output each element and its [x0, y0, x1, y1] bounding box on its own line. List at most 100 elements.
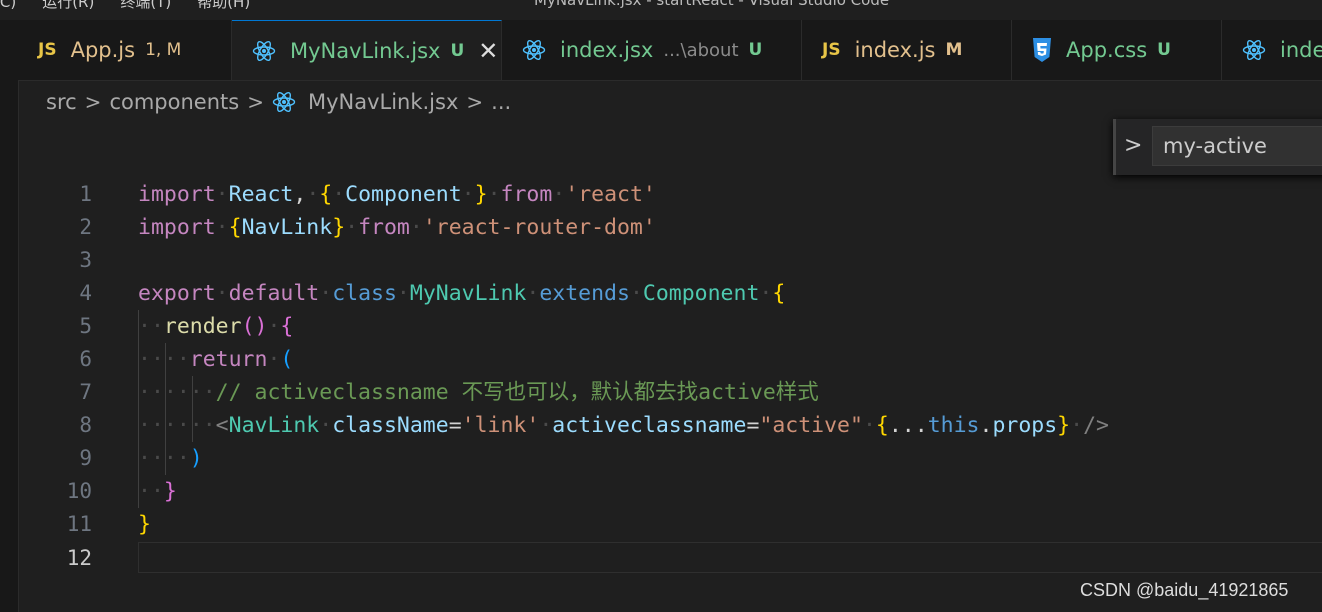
line-number: 4	[79, 281, 92, 305]
token-keyword: import	[138, 182, 216, 207]
tab-description: ...\about	[663, 39, 739, 61]
react-icon	[1242, 38, 1266, 62]
react-icon	[252, 39, 276, 63]
code-line: 1 import·React,·{·Component·}·from·'reac…	[18, 178, 1322, 211]
code-line: 6 ····return·(	[18, 343, 1322, 376]
token-keyword: return	[189, 347, 268, 372]
tab-mynavlink-jsx[interactable]: MyNavLink.jsx U ✕	[232, 20, 502, 80]
css-icon	[1032, 38, 1052, 62]
line-number: 6	[79, 347, 92, 371]
line-number: 5	[79, 314, 92, 338]
find-input[interactable]	[1152, 126, 1322, 166]
token-class: Component	[642, 281, 760, 306]
code-text: ····return·(	[138, 347, 294, 372]
line-number: 1	[79, 182, 92, 206]
breadcrumb-item-symbol[interactable]: ...	[491, 90, 511, 114]
token-attribute: className	[332, 413, 449, 438]
tab-index-js[interactable]: JS index.js M	[802, 20, 1012, 80]
code-line: 11 }	[18, 508, 1322, 541]
token-keyword: default	[228, 281, 320, 306]
javascript-icon: JS	[38, 40, 57, 60]
token-class: NavLink	[228, 413, 320, 438]
code-text: ······// activeclassname 不写也可以，默认都去找acti…	[138, 380, 819, 405]
code-line: 7 ······// activeclassname 不写也可以，默认都去找ac…	[18, 376, 1322, 409]
code-text: ··}	[138, 479, 177, 504]
line-number: 3	[79, 248, 92, 272]
breadcrumb-item-src[interactable]: src	[46, 90, 77, 114]
token-string: 'react'	[565, 182, 656, 207]
token-variable: props	[992, 413, 1058, 438]
line-number: 12	[66, 546, 92, 570]
menu-item-run[interactable]: 运行(R)	[42, 0, 94, 11]
code-text: ······<NavLink·className='link'·activecl…	[138, 413, 1109, 438]
tab-app-css[interactable]: App.css U	[1012, 20, 1222, 80]
activity-bar-edge	[0, 20, 19, 612]
menu-bar: (C) 运行(R) 终端(T) 帮助(H)	[0, 0, 276, 12]
find-widget: >	[1113, 119, 1322, 175]
menu-item-terminal[interactable]: 终端(T)	[120, 0, 171, 11]
breadcrumb-item-components[interactable]: components	[109, 90, 239, 114]
react-icon	[522, 38, 546, 62]
line-number: 9	[79, 446, 92, 470]
window-title: MyNavLink.jsx - startReact - Visual Stud…	[534, 0, 890, 9]
current-line-highlight	[138, 542, 1322, 573]
line-number: 11	[66, 512, 92, 536]
code-line: 4 export·default·class·MyNavLink·extends…	[18, 277, 1322, 310]
token-string: 'link'	[461, 413, 540, 438]
token-variable: Component	[345, 182, 462, 207]
line-number: 8	[79, 413, 92, 437]
line-number: 10	[66, 479, 92, 503]
chevron-right-icon: >	[466, 90, 484, 114]
breadcrumb: src > components > MyNavLink.jsx > ...	[46, 86, 511, 118]
toggle-replace-chevron-icon[interactable]: >	[1124, 133, 1142, 158]
chevron-right-icon: >	[84, 90, 102, 114]
tab-badge: M	[945, 40, 963, 60]
tab-app-js[interactable]: JS App.js 1, M	[18, 20, 232, 80]
title-bar: (C) 运行(R) 终端(T) 帮助(H) MyNavLink.jsx - start…	[0, 0, 1322, 20]
token-attribute: activeclassname	[552, 413, 747, 438]
tab-label: index.jsx	[560, 38, 654, 62]
token-variable: React	[228, 182, 294, 207]
code-line: 10 ··}	[18, 475, 1322, 508]
close-icon[interactable]: ✕	[478, 39, 498, 63]
watermark: CSDN @baidu_41921865	[1080, 580, 1289, 600]
line-number: 2	[79, 215, 92, 239]
code-text: import·React,·{·Component·}·from·'react'	[138, 182, 656, 207]
code-text: ··render()·{	[138, 314, 294, 339]
code-line: 3	[18, 244, 1322, 277]
react-icon	[272, 90, 296, 114]
code-line: 9 ····)	[18, 442, 1322, 475]
tab-index-overflow[interactable]: inde	[1222, 20, 1322, 80]
token-variable: NavLink	[241, 215, 333, 240]
tab-label: MyNavLink.jsx	[290, 38, 441, 63]
token-keyword: import	[138, 215, 216, 240]
token-storage: this	[927, 413, 980, 438]
token-class: MyNavLink	[409, 281, 527, 306]
token-storage: class	[332, 281, 397, 306]
token-keyword: from	[358, 215, 410, 240]
tab-label: inde	[1280, 38, 1322, 62]
tab-badge: U	[450, 40, 465, 61]
code-editor[interactable]: 1 import·React,·{·Component·}·from·'reac…	[18, 178, 1322, 578]
menu-item-view[interactable]: (C)	[0, 0, 16, 11]
javascript-icon: JS	[822, 40, 841, 60]
token-storage: extends	[539, 281, 630, 306]
code-text: export·default·class·MyNavLink·extends·C…	[138, 281, 786, 306]
editor-tab-bar: JS App.js 1, M MyNavLink.jsx U ✕ index.j…	[18, 20, 1322, 81]
tab-badge: U	[748, 40, 763, 60]
token-string: 'react-router-dom'	[422, 215, 656, 240]
token-function: render	[163, 314, 242, 339]
code-line: 5 ··render()·{	[18, 310, 1322, 343]
token-comment: // activeclassname 不写也可以，默认都去找active样式	[215, 380, 819, 405]
code-text: import·{NavLink}·from·'react-router-dom'	[138, 215, 656, 240]
code-line: 2 import·{NavLink}·from·'react-router-do…	[18, 211, 1322, 244]
tab-badge: U	[1157, 40, 1171, 60]
line-number: 7	[79, 380, 92, 404]
code-text: }	[138, 512, 151, 537]
breadcrumb-item-file[interactable]: MyNavLink.jsx	[308, 90, 458, 114]
menu-item-help[interactable]: 帮助(H)	[197, 0, 250, 11]
token-keyword: from	[500, 182, 553, 207]
token-keyword: export	[138, 281, 216, 306]
tab-label: App.css	[1066, 38, 1148, 62]
tab-index-jsx[interactable]: index.jsx ...\about U	[502, 20, 802, 80]
